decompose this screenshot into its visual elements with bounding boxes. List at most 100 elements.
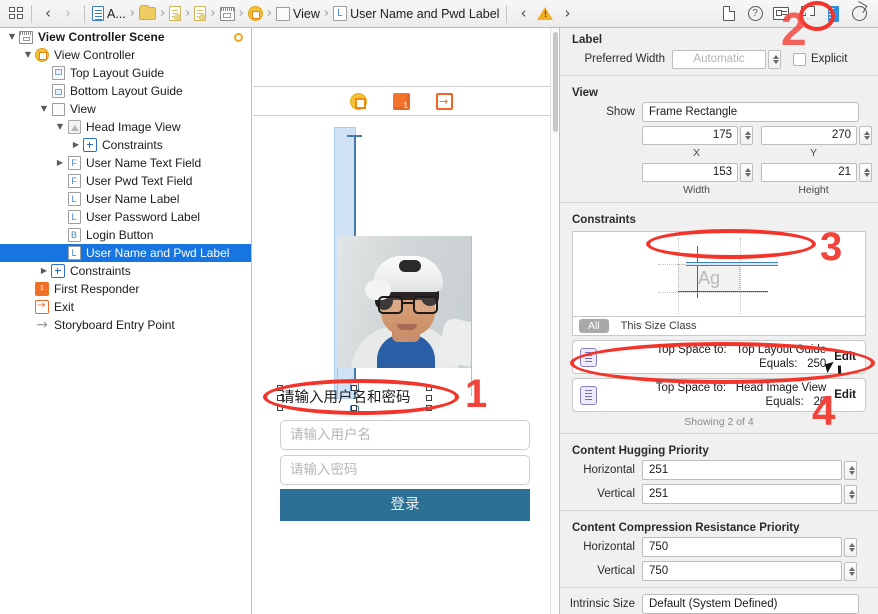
breadcrumb-item-label[interactable]: L User Name and Pwd Label	[332, 0, 500, 28]
outline-item-constraints-image[interactable]: ▶ Constraints	[0, 136, 251, 154]
view-controller-icon[interactable]	[350, 93, 367, 110]
outline-item-label: Login Button	[86, 228, 154, 242]
outline-item-storyboard-entry-point[interactable]: → Storyboard Entry Point	[0, 316, 251, 334]
canvas-scrollbar[interactable]	[550, 28, 558, 614]
head-image-view[interactable]	[337, 236, 471, 368]
compression-vertical-input[interactable]: 750	[642, 561, 842, 581]
outline-item-head-image-view[interactable]: ▼ Head Image View	[0, 118, 251, 136]
width-input[interactable]: 153	[642, 163, 738, 182]
forward-button[interactable]: ›	[58, 6, 78, 21]
compression-vertical-stepper[interactable]	[844, 561, 857, 581]
compression-horizontal-input[interactable]: 750	[642, 537, 842, 557]
quick-help-inspector-icon[interactable]: ?	[742, 0, 768, 28]
hugging-vertical-input[interactable]: 251	[642, 484, 842, 504]
width-stepper[interactable]	[740, 163, 753, 182]
size-inspector[interactable]: Label Preferred Width Automatic Explicit…	[559, 28, 878, 614]
constraint-description: Top Space to: Head Image View Equals: 20	[597, 381, 834, 409]
outline-item-bottom-layout-guide[interactable]: Bottom Layout Guide	[0, 82, 251, 100]
compression-horizontal-row: Horizontal 750	[560, 536, 878, 558]
hugging-vertical-stepper[interactable]	[844, 484, 857, 504]
xy-sublabels: X Y	[560, 146, 878, 160]
outline-item-label: Head Image View	[86, 120, 181, 134]
user-pwd-text-field[interactable]: 请输入密码	[280, 455, 530, 485]
outline-item-user-name-label[interactable]: L User Name Label	[0, 190, 251, 208]
disclosure-triangle[interactable]: ▶	[70, 141, 82, 149]
scene-dock[interactable]	[253, 88, 550, 116]
x-input[interactable]: 175	[642, 126, 738, 145]
outline-item-user-pwd-text-field[interactable]: F User Pwd Text Field	[0, 172, 251, 190]
outline-item-user-name-text-field[interactable]: ▶ F User Name Text Field	[0, 154, 251, 172]
chevron-right-icon: ›	[210, 6, 216, 21]
view-icon	[275, 6, 290, 21]
outline-item-view[interactable]: ▼ View	[0, 100, 251, 118]
show-popup[interactable]: Frame Rectangle	[642, 102, 859, 122]
preferred-width-stepper[interactable]	[768, 49, 781, 69]
outline-item-constraints-view[interactable]: ▶ Constraints	[0, 262, 251, 280]
outline-item-label: User Name Label	[86, 192, 180, 206]
disclosure-triangle[interactable]: ▼	[38, 105, 50, 113]
label-icon: L	[66, 210, 82, 224]
outline-item-view-controller-scene[interactable]: ▼ View Controller Scene	[0, 28, 251, 46]
grid-icon[interactable]	[9, 6, 25, 21]
height-input[interactable]: 21	[761, 163, 857, 182]
first-responder-icon[interactable]	[393, 93, 410, 110]
back-button[interactable]: ‹	[38, 6, 58, 21]
hugging-horizontal-input[interactable]: 251	[642, 460, 842, 480]
wh-row: 153 21	[560, 162, 878, 183]
x-stepper[interactable]	[740, 126, 753, 145]
breadcrumb-item-scene[interactable]	[219, 0, 236, 28]
size-class-row[interactable]: All This Size Class	[572, 317, 866, 336]
scene-icon	[18, 30, 34, 44]
disclosure-triangle[interactable]: ▼	[22, 51, 34, 59]
outline-item-label: Constraints	[70, 264, 131, 278]
disclosure-triangle[interactable]: ▶	[54, 159, 66, 167]
outline-item-view-controller[interactable]: ▼ View Controller	[0, 46, 251, 64]
outline-item-label: User Pwd Text Field	[86, 174, 193, 188]
y-input[interactable]: 270	[761, 126, 857, 145]
outline-item-first-responder[interactable]: 1 First Responder	[0, 280, 251, 298]
photo-glasses	[377, 296, 439, 314]
breadcrumb-item-storyboard-2[interactable]	[193, 0, 207, 28]
outline-item-exit[interactable]: Exit	[0, 298, 251, 316]
content-hugging-title: Content Hugging Priority	[572, 445, 709, 457]
size-class-all-button[interactable]: All	[579, 319, 609, 333]
disclosure-triangle[interactable]: ▼	[6, 33, 18, 41]
user-name-text-field[interactable]: 请输入用户名	[280, 420, 530, 450]
compression-horizontal-stepper[interactable]	[844, 537, 857, 557]
scrollbar-thumb[interactable]	[552, 32, 558, 132]
breadcrumb-item-view[interactable]: View	[275, 0, 321, 28]
file-inspector-icon[interactable]	[716, 0, 742, 28]
breadcrumb-item-project[interactable]: A...	[91, 0, 127, 28]
outline-item-top-layout-guide[interactable]: Top Layout Guide	[0, 64, 251, 82]
outline-item-label: View Controller Scene	[38, 30, 165, 44]
outline-item-label: Constraints	[102, 138, 163, 152]
preferred-width-row: Preferred Width Automatic Explicit	[560, 48, 878, 70]
constraint-edit-button[interactable]: Edit	[834, 389, 865, 401]
photo-cap-patch	[399, 260, 421, 272]
outline-item-login-button[interactable]: B Login Button	[0, 226, 251, 244]
preferred-width-input[interactable]: Automatic	[672, 49, 766, 69]
issue-next-button[interactable]: ›	[557, 6, 577, 21]
explicit-checkbox[interactable]	[793, 52, 806, 66]
connections-inspector-icon[interactable]	[846, 0, 872, 28]
identity-inspector-icon[interactable]	[768, 0, 794, 28]
diagram-top-constraint[interactable]	[686, 262, 778, 266]
hugging-horizontal-stepper[interactable]	[844, 460, 857, 480]
outline-item-label: User Name and Pwd Label	[86, 246, 230, 260]
warning-triangle-icon[interactable]	[537, 7, 554, 20]
disclosure-triangle[interactable]: ▶	[38, 267, 50, 275]
issue-previous-button[interactable]: ‹	[513, 6, 533, 21]
height-stepper[interactable]	[859, 163, 872, 182]
document-outline[interactable]: ▼ View Controller Scene ▼ View Controlle…	[0, 28, 252, 614]
disclosure-triangle[interactable]: ▼	[54, 123, 66, 131]
view-controller-icon	[34, 48, 50, 62]
breadcrumb-item-view-controller[interactable]	[247, 0, 264, 28]
login-button[interactable]: 登录	[280, 489, 530, 521]
breadcrumb-item-storyboard[interactable]	[168, 0, 182, 28]
outline-item-user-password-label[interactable]: L User Password Label	[0, 208, 251, 226]
breadcrumb-item-folder[interactable]	[138, 0, 157, 28]
intrinsic-size-popup[interactable]: Default (System Defined)	[642, 594, 859, 614]
y-stepper[interactable]	[859, 126, 872, 145]
outline-item-user-name-and-pwd-label[interactable]: L User Name and Pwd Label	[0, 244, 251, 262]
exit-icon[interactable]	[436, 93, 453, 110]
